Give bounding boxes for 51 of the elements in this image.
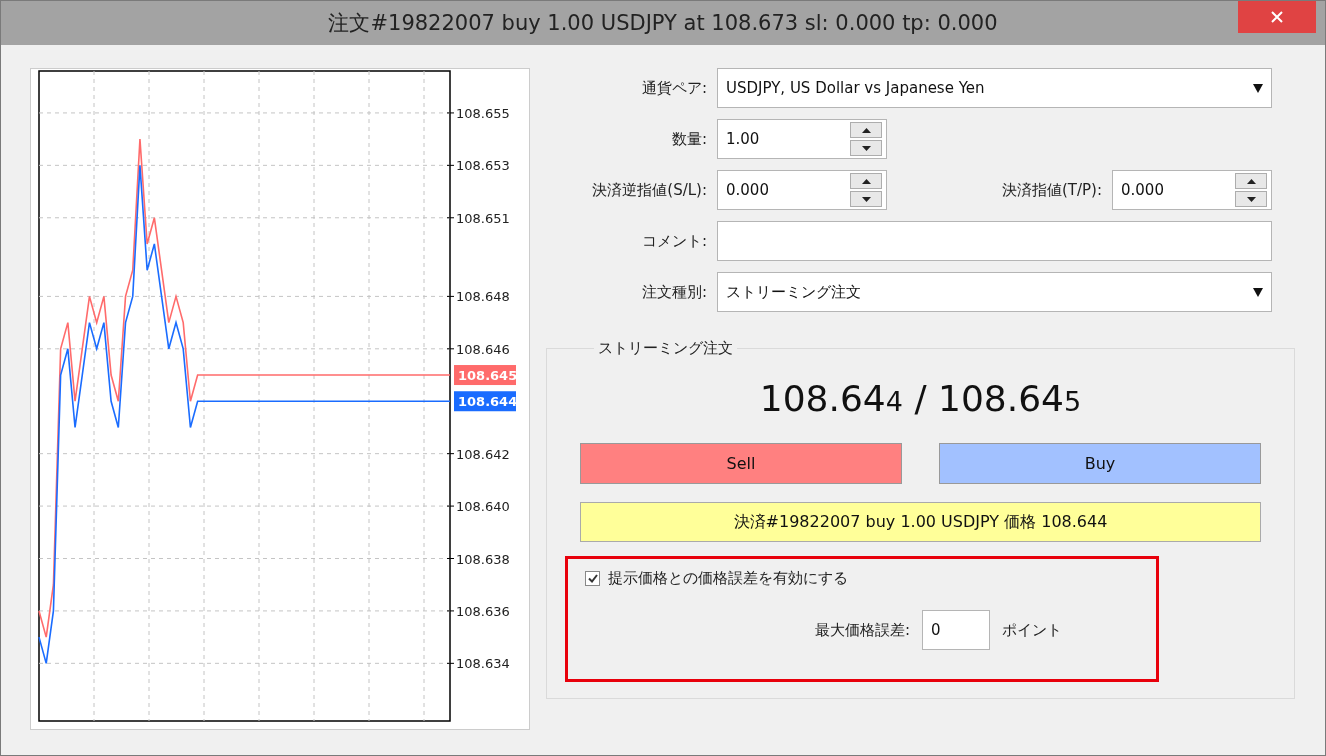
down-arrow-icon [861,145,871,151]
dropdown[interactable]: USDJPY, US Dollar vs Japanese Yen [717,68,1272,108]
field-label: コメント: [640,231,707,251]
number-field[interactable]: 1.00 [717,119,887,159]
close-order-button[interactable]: 決済#19822007 buy 1.00 USDJPY 価格 108.644 [580,502,1261,542]
buy-button[interactable]: Buy [939,443,1261,484]
field-label: 数量: [670,129,707,149]
close-button[interactable] [1238,1,1316,33]
input-field[interactable]: 0 [922,610,991,650]
field-label: 決済指値(T/P): [1000,180,1102,200]
spin-down-button[interactable] [850,191,882,207]
sell-button[interactable]: Sell [580,443,902,484]
axis-label: 108.634 [456,656,510,672]
caret-icon [1253,83,1263,93]
close-icon [1271,11,1283,23]
axis-label: 108.653 [456,158,510,174]
field-label: 決済逆指値(S/L): [591,180,707,200]
up-arrow-icon [1246,178,1256,184]
spin-up-button[interactable] [1235,173,1267,189]
checkbox-label: 提示価格との価格誤差を有効にする [608,569,848,588]
window-title: 注文#19822007 buy 1.00 USDJPY at 108.673 sl: 0.000 tp: 0.000 [328,10,998,37]
down-arrow-icon [1246,196,1256,202]
spin-down-button[interactable] [850,140,882,156]
axis-label: 108.636 [456,603,510,619]
axis-label: 108.646 [456,341,510,357]
field-label: 注文種別: [640,282,707,302]
unit-label: ポイント [1002,620,1063,640]
axis-label: 108.642 [456,446,510,462]
dropdown[interactable]: ストリーミング注文 [717,272,1272,312]
axis-label: 108.640 [456,499,510,515]
field-label: 通貨ペア: [640,78,707,98]
group-title: ストリーミング注文 [597,339,734,358]
field-label: 最大価格誤差: [815,620,911,640]
number-field[interactable]: 0.000 [717,170,887,210]
spin-up-button[interactable] [850,122,882,138]
caret-icon [1253,287,1263,297]
down-arrow-icon [861,196,871,202]
quote-text: 108.644 / 108.645 [759,378,1082,419]
up-arrow-icon [861,178,871,184]
number-field[interactable]: 0.000 [1112,170,1272,210]
checkbox[interactable] [585,571,600,586]
spin-down-button[interactable] [1235,191,1267,207]
axis-label: 108.638 [456,551,510,567]
up-arrow-icon [861,127,871,133]
spin-up-button[interactable] [850,173,882,189]
axis-label: 108.655 [456,105,510,121]
axis-label: 108.648 [456,289,510,305]
price-tag: 108.644 [454,391,518,412]
axis-label: 108.651 [456,210,510,226]
price-tag: 108.645 [454,365,518,386]
input-field[interactable] [717,221,1272,261]
